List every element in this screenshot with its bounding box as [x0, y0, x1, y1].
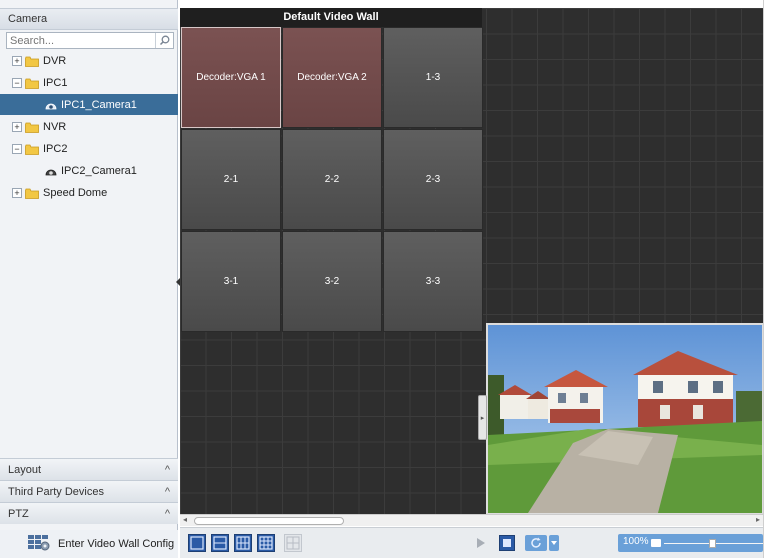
chevron-up-icon: ^ — [164, 507, 170, 520]
accordion-layout[interactable]: Layout ^ — [0, 458, 178, 480]
stop-icon — [503, 539, 511, 547]
play-icon — [477, 538, 485, 548]
search-box — [6, 32, 174, 49]
camera-panel-header: Camera — [0, 8, 178, 30]
enter-video-wall-config-button[interactable]: Enter Video Wall Config — [0, 530, 178, 558]
dome-camera-icon — [45, 99, 57, 111]
live-preview-window[interactable] — [486, 323, 764, 515]
layout-4x4-icon — [259, 536, 273, 550]
layout-custom-icon — [286, 536, 300, 550]
preview-expand-handle[interactable]: ▸ — [478, 395, 487, 440]
expand-icon[interactable]: + — [12, 187, 22, 198]
wall-cell-2-3[interactable]: 2-3 — [383, 129, 483, 230]
scroll-right-arrow-icon[interactable]: ▸ — [756, 515, 760, 524]
layout-2x2-button[interactable] — [211, 534, 229, 552]
layout-1x1-button[interactable] — [188, 534, 206, 552]
tree-item-ipc1-camera1[interactable]: IPC1_Camera1 — [0, 94, 178, 115]
expand-icon[interactable]: + — [12, 55, 22, 66]
folder-icon — [25, 78, 39, 89]
folder-icon — [25, 188, 39, 199]
main-top-strip — [180, 0, 769, 8]
dome-camera-icon — [45, 165, 57, 177]
layout-4x4-button[interactable] — [257, 534, 275, 552]
layout-1x1-icon — [190, 536, 204, 550]
play-button[interactable] — [473, 535, 489, 551]
expand-icon[interactable]: + — [12, 121, 22, 132]
scrollbar-thumb[interactable] — [194, 517, 344, 525]
refresh-button[interactable] — [525, 535, 547, 551]
wall-cell-3-1[interactable]: 3-1 — [181, 231, 281, 332]
tree-item-dvr[interactable]: + DVR — [0, 50, 178, 71]
zoom-slider-knob[interactable] — [709, 539, 716, 548]
folder-icon — [25, 56, 39, 67]
wall-cell-3-3[interactable]: 3-3 — [383, 231, 483, 332]
right-edge-panel — [763, 0, 769, 558]
camera-panel-title: Camera — [8, 13, 48, 25]
wall-cell-1-3[interactable]: 1-3 — [383, 27, 483, 128]
folder-icon — [25, 122, 39, 133]
layout-2x2-icon — [213, 536, 227, 550]
tree-item-nvr[interactable]: + NVR — [0, 116, 178, 137]
zoom-out-icon[interactable] — [651, 539, 661, 547]
refresh-icon — [531, 537, 541, 548]
refresh-dropdown-button[interactable] — [549, 535, 559, 551]
collapse-icon[interactable]: − — [12, 143, 22, 154]
accordion-label: Layout — [8, 463, 42, 476]
chevron-up-icon: ^ — [164, 463, 170, 476]
folder-icon — [25, 144, 39, 155]
accordion-label: PTZ — [8, 507, 29, 520]
chevron-up-icon: ^ — [164, 485, 170, 498]
tree-item-label: Speed Dome — [43, 186, 108, 199]
accordion-third-party-devices[interactable]: Third Party Devices ^ — [0, 480, 178, 502]
wall-cell-2-1[interactable]: 2-1 — [181, 129, 281, 230]
tree-item-ipc1[interactable]: − IPC1 — [0, 72, 178, 93]
wall-cell-decoder-vga-1[interactable]: Decoder:VGA 1 — [181, 27, 281, 128]
search-icon[interactable] — [155, 33, 173, 48]
accordion-label: Third Party Devices — [8, 485, 104, 498]
layout-custom-button[interactable] — [284, 534, 302, 552]
chevron-down-icon — [551, 541, 557, 545]
camera-panel: Camera + DVR − IPC1 IPC1_Camera1 + NVR −… — [0, 0, 178, 558]
horizontal-scrollbar[interactable]: ◂ ▸ — [180, 514, 763, 526]
wall-cell-decoder-vga-2[interactable]: Decoder:VGA 2 — [282, 27, 382, 128]
tree-item-label: IPC2_Camera1 — [61, 164, 137, 177]
video-wall-title: Default Video Wall — [180, 8, 482, 27]
preview-scene-image — [488, 325, 762, 513]
zoom-level: 100% — [623, 536, 649, 547]
tree-item-label: IPC1 — [43, 76, 68, 89]
layout-3x3-icon — [236, 536, 250, 550]
scroll-left-arrow-icon[interactable]: ◂ — [183, 515, 187, 524]
stop-button[interactable] — [499, 535, 515, 551]
wall-cell-2-2[interactable]: 2-2 — [282, 129, 382, 230]
bottom-toolbar: 100% — [180, 527, 763, 558]
tree-item-label: DVR — [43, 54, 67, 67]
tree-item-speed-dome[interactable]: + Speed Dome — [0, 182, 178, 203]
enter-video-wall-config-label: Enter Video Wall Config — [58, 538, 175, 550]
tree-item-ipc2[interactable]: − IPC2 — [0, 138, 178, 159]
layout-3x3-button[interactable] — [234, 534, 252, 552]
collapse-icon[interactable]: − — [12, 77, 22, 88]
tree-item-label: IPC1_Camera1 — [61, 98, 137, 111]
wall-cell-3-2[interactable]: 3-2 — [282, 231, 382, 332]
accordion-ptz[interactable]: PTZ ^ — [0, 502, 178, 524]
tree-item-label: NVR — [43, 120, 67, 133]
tree-item-ipc2-camera1[interactable]: IPC2_Camera1 — [0, 160, 178, 181]
video-wall-config-icon — [28, 534, 50, 554]
tree-item-label: IPC2 — [43, 142, 68, 155]
search-input[interactable] — [7, 33, 152, 48]
